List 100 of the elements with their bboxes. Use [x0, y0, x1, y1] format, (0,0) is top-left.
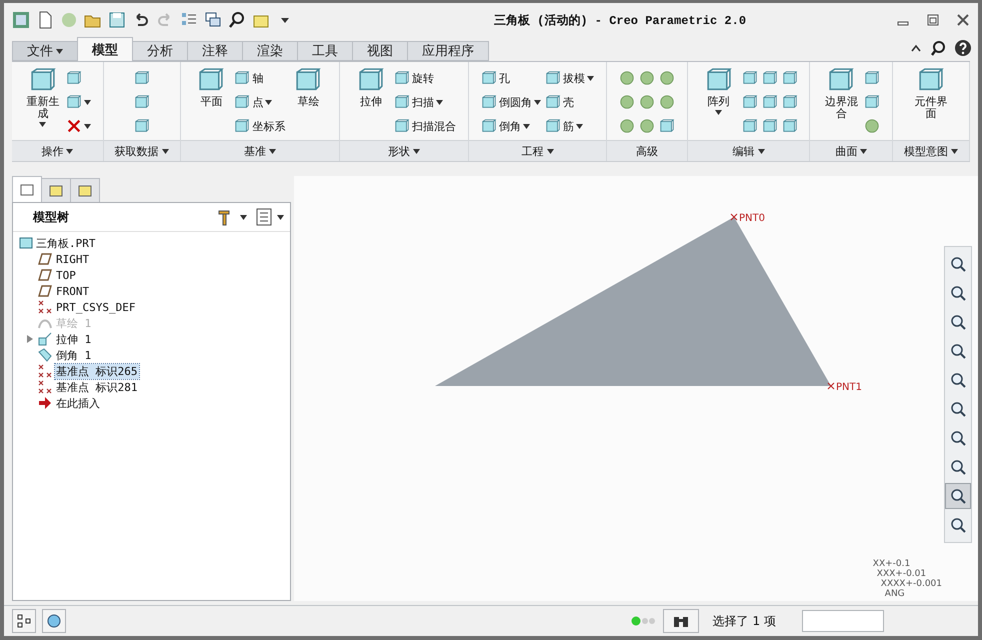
tree-item[interactable]: 基准点 标识281 [55, 380, 138, 394]
dropdown-caret-icon[interactable] [56, 48, 63, 54]
close-icon[interactable] [956, 13, 970, 27]
feature-icon[interactable] [762, 70, 778, 86]
tree-item[interactable]: PRT_CSYS_DEF [55, 300, 136, 314]
ribbon-tab[interactable]: 工具 [297, 41, 353, 61]
group-label[interactable]: 操作 [12, 140, 103, 161]
sphere-icon[interactable] [638, 70, 655, 86]
feature-icon[interactable] [134, 118, 150, 134]
tree-item[interactable]: FRONT [55, 284, 90, 298]
feature-icon[interactable] [864, 70, 880, 86]
feature-icon[interactable] [545, 94, 562, 110]
feature-icon[interactable] [394, 118, 410, 134]
ribbon-tab[interactable]: 应用程序 [407, 41, 489, 61]
feature-icon[interactable] [782, 94, 798, 110]
dropdown-caret-icon[interactable] [265, 100, 272, 104]
dropdown-caret-icon[interactable] [951, 148, 958, 154]
browser-toggle[interactable] [42, 609, 66, 633]
feature-icon[interactable] [762, 118, 778, 134]
ribbon-tab[interactable]: 模型 [77, 37, 133, 61]
feature-icon[interactable] [234, 118, 250, 134]
dropdown-caret-icon[interactable] [84, 100, 91, 104]
feature-icon[interactable] [742, 70, 758, 86]
expand-arrow-icon[interactable] [25, 334, 35, 344]
search-icon[interactable] [228, 11, 246, 29]
ribbon-button[interactable]: 平面 [192, 66, 230, 138]
group-label[interactable]: 高级 [606, 140, 687, 161]
tree-item[interactable]: RIGHT [55, 252, 90, 266]
ribbon-button[interactable]: 扫描混合 [394, 114, 456, 138]
delete-icon[interactable] [66, 118, 82, 134]
feature-icon[interactable] [658, 118, 675, 134]
model-tree-toggle[interactable] [12, 609, 36, 633]
dropdown-caret-icon[interactable] [758, 148, 765, 154]
ribbon-button[interactable]: 拉伸 [352, 66, 390, 138]
sphere-icon[interactable] [618, 94, 635, 110]
ribbon-button[interactable]: 拔模 [545, 66, 594, 90]
dropdown-caret-icon[interactable] [268, 148, 276, 154]
group-label[interactable]: 曲面 [810, 140, 892, 161]
feature-icon[interactable] [782, 118, 798, 134]
feature-icon[interactable] [742, 94, 758, 110]
ribbon-button[interactable]: 筋 [545, 114, 594, 138]
ribbon-button[interactable]: 草绘 [289, 66, 328, 138]
sphere-icon[interactable] [658, 94, 675, 110]
tree-item[interactable]: 拉伸 1 [55, 332, 92, 346]
group-label[interactable]: 基准 [180, 140, 340, 161]
ribbon-button[interactable]: 倒角 [481, 114, 542, 138]
dropdown-caret-icon[interactable] [546, 148, 554, 154]
navigator-tab[interactable] [12, 176, 42, 202]
ribbon-tab[interactable]: 注释 [187, 41, 243, 61]
dropdown-caret-icon[interactable] [66, 148, 74, 154]
sphere-icon[interactable] [864, 118, 880, 134]
dropdown-caret-icon[interactable] [240, 214, 247, 220]
feature-icon[interactable] [481, 118, 498, 134]
ribbon-button[interactable]: 倒圆角 [481, 90, 542, 114]
ribbon-button[interactable]: 点 [234, 90, 286, 114]
feature-icon[interactable] [234, 94, 250, 110]
ribbon-tab[interactable]: 渲染 [242, 41, 298, 61]
group-label[interactable]: 模型意图 [893, 140, 970, 161]
help-icon[interactable] [954, 39, 972, 57]
dropdown-caret-icon[interactable] [277, 214, 284, 220]
tree-item[interactable]: 在此插入 [55, 396, 101, 410]
tree-item[interactable]: 倒角 1 [55, 348, 92, 362]
navigator-tab[interactable] [70, 178, 100, 202]
group-label[interactable]: 形状 [340, 140, 468, 161]
group-label[interactable]: 编辑 [688, 140, 810, 161]
ribbon-button[interactable]: 重新生成 [24, 66, 62, 138]
ribbon-button[interactable]: 坐标系 [234, 114, 286, 138]
ribbon-button[interactable]: 旋转 [394, 66, 456, 90]
collapse-icon[interactable] [910, 43, 922, 53]
feature-icon[interactable] [762, 94, 778, 110]
dropdown-caret-icon[interactable] [576, 124, 584, 128]
group-label[interactable]: 获取数据 [104, 140, 180, 161]
feature-icon[interactable] [66, 94, 82, 110]
group-label[interactable]: 工程 [469, 140, 606, 161]
ribbon-tab[interactable]: 分析 [132, 41, 188, 61]
search-icon[interactable] [930, 40, 946, 56]
feature-icon[interactable] [394, 94, 410, 110]
feature-icon[interactable] [742, 118, 758, 134]
feature-icon[interactable] [782, 70, 798, 86]
tree-item[interactable]: TOP [55, 268, 77, 282]
windows-icon[interactable] [204, 11, 222, 29]
tree-item[interactable]: 三角板.PRT [19, 235, 284, 251]
feature-icon[interactable] [481, 70, 498, 86]
dropdown-caret-icon[interactable] [587, 76, 594, 80]
ribbon-button[interactable]: 扫描 [394, 90, 456, 114]
feature-icon[interactable] [394, 70, 410, 86]
navigator-tab[interactable] [41, 178, 71, 202]
feature-icon[interactable] [134, 70, 150, 86]
dropdown-caret-icon[interactable] [39, 122, 46, 127]
ribbon-button[interactable]: 壳 [545, 90, 594, 114]
dropdown-caret-icon[interactable] [162, 148, 169, 154]
maximize-icon[interactable] [926, 13, 940, 27]
sphere-icon[interactable] [638, 94, 655, 110]
feature-icon[interactable] [545, 118, 562, 134]
tree-item[interactable]: 基准点 标识265 [55, 364, 138, 378]
app-icon[interactable] [12, 11, 30, 29]
list-settings-icon[interactable] [255, 208, 273, 226]
ribbon-button[interactable]: 边界混合 [822, 66, 860, 138]
sphere-icon[interactable] [638, 118, 655, 134]
dropdown-caret-icon[interactable] [860, 148, 868, 154]
